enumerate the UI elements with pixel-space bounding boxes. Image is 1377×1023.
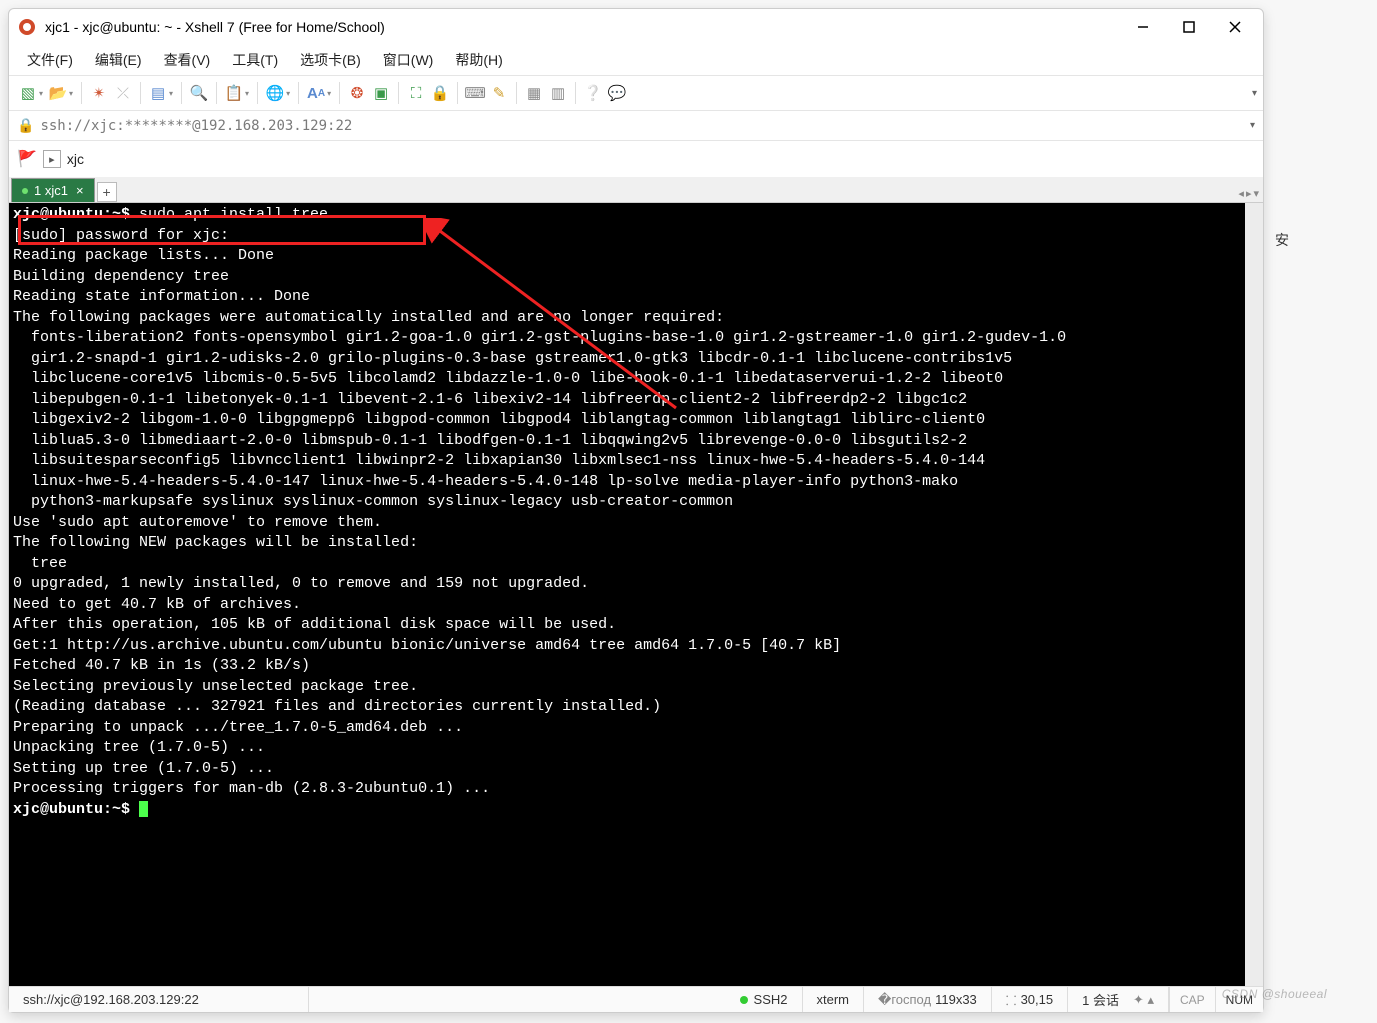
output-line: Get:1 http://us.archive.ubuntu.com/ubunt… [13, 637, 841, 654]
app-icon [17, 17, 37, 37]
output-line: The following packages were automaticall… [13, 309, 724, 326]
window-title: xjc1 - xjc@ubuntu: ~ - Xshell 7 (Free fo… [45, 19, 1129, 35]
add-tab-button[interactable]: + [97, 182, 117, 202]
titlebar: xjc1 - xjc@ubuntu: ~ - Xshell 7 (Free fo… [9, 9, 1263, 45]
menu-help[interactable]: 帮助(H) [449, 47, 508, 73]
copy-icon[interactable]: 📋 [223, 82, 245, 104]
menu-tabs[interactable]: 选项卡(B) [294, 47, 367, 73]
output-line: linux-hwe-5.4-headers-5.4.0-147 linux-hw… [13, 473, 958, 490]
keyboard-icon[interactable]: ⌨ [464, 82, 486, 104]
status-led-icon [740, 996, 748, 1004]
output-line: Building dependency tree [13, 268, 292, 285]
address-text[interactable]: ssh://xjc:********@192.168.203.129:22 [40, 118, 1244, 134]
tab-status-dot [22, 188, 28, 194]
status-sessions: 1 会话✦ ▴ [1068, 987, 1169, 1012]
tab-close-icon[interactable]: × [76, 183, 84, 198]
tab-next-icon[interactable]: ▸ [1246, 187, 1252, 200]
output-line: Reading state information... Done [13, 288, 310, 305]
cursor [139, 801, 148, 817]
output-line: [sudo] password for xjc: [13, 227, 238, 244]
prompt-1: xjc@ubuntu:~$ [13, 206, 139, 223]
tab-label: 1 xjc1 [34, 183, 68, 198]
maximize-button[interactable] [1175, 13, 1203, 41]
status-cap: CAP [1169, 987, 1215, 1012]
properties-icon[interactable]: ▤ [147, 82, 169, 104]
close-button[interactable] [1221, 13, 1249, 41]
output-line: tree [13, 555, 67, 572]
toolbar: ▧▾ 📂▾ ✴ ⤫ ▤▾ 🔍 📋▾ 🌐▾ AA▾ ❂ ▣ ⛶ 🔒 ⌨ ✎ ▦ ▥… [9, 75, 1263, 111]
menu-file[interactable]: 文件(F) [21, 47, 79, 73]
menubar: 文件(F) 编辑(E) 查看(V) 工具(T) 选项卡(B) 窗口(W) 帮助(… [9, 45, 1263, 75]
output-line: Use 'sudo apt autoremove' to remove them… [13, 514, 382, 531]
status-connection: ssh://xjc@192.168.203.129:22 [9, 987, 309, 1012]
prompt-2: xjc@ubuntu:~$ [13, 801, 139, 818]
statusbar: ssh://xjc@192.168.203.129:22 SSH2 xterm … [9, 986, 1263, 1012]
command-1: sudo apt install tree [139, 206, 328, 223]
scrollbar-thumb[interactable] [1247, 203, 1261, 323]
minimize-button[interactable] [1129, 13, 1157, 41]
menu-tools[interactable]: 工具(T) [226, 47, 284, 73]
disconnect-icon[interactable]: ⤫ [112, 82, 134, 104]
globe-icon[interactable]: 🌐 [264, 82, 286, 104]
session-name[interactable]: xjc [67, 151, 84, 167]
cropped-text: 安 [1275, 230, 1289, 250]
output-line: libgexiv2-2 libgom-1.0-0 libgpgmepp6 lib… [13, 411, 985, 428]
menu-window[interactable]: 窗口(W) [377, 47, 440, 73]
output-line: The following NEW packages will be insta… [13, 534, 418, 551]
output-line: (Reading database ... 327921 files and d… [13, 698, 661, 715]
terminal[interactable]: xjc@ubuntu:~$ sudo apt install tree [sud… [9, 203, 1263, 986]
output-line: python3-markupsafe syslinux syslinux-com… [13, 493, 733, 510]
output-line: Preparing to unpack .../tree_1.7.0-5_amd… [13, 719, 463, 736]
lock-small-icon: 🔒 [17, 117, 34, 134]
session-folder-icon[interactable]: ▸ [43, 150, 61, 168]
menu-edit[interactable]: 编辑(E) [89, 47, 148, 73]
status-size: �господ119x33 [864, 987, 992, 1012]
output-line: Fetched 40.7 kB in 1s (33.2 kB/s) [13, 657, 310, 674]
output-line: 0 upgraded, 1 newly installed, 0 to remo… [13, 575, 589, 592]
tabstrip: 1 xjc1 × + ◂ ▸ ▾ [9, 177, 1263, 203]
output-line: Unpacking tree (1.7.0-5) ... [13, 739, 265, 756]
bookmark-icon[interactable]: 🚩 [17, 149, 37, 169]
swirl-icon[interactable]: ❂ [346, 82, 368, 104]
output-line: After this operation, 105 kB of addition… [13, 616, 616, 633]
chat-icon[interactable]: 💬 [606, 82, 628, 104]
tab-list-icon[interactable]: ▾ [1253, 187, 1259, 200]
grid2-icon[interactable]: ▥ [547, 82, 569, 104]
app-window: xjc1 - xjc@ubuntu: ~ - Xshell 7 (Free fo… [8, 8, 1264, 1013]
tab-xjc1[interactable]: 1 xjc1 × [11, 178, 95, 202]
menu-view[interactable]: 查看(V) [158, 47, 217, 73]
output-line: fonts-liberation2 fonts-opensymbol gir1.… [13, 329, 1066, 346]
status-term: xterm [803, 987, 865, 1012]
addressbar: 🔒 ssh://xjc:********@192.168.203.129:22 … [9, 111, 1263, 141]
grid1-icon[interactable]: ▦ [523, 82, 545, 104]
output-line: Need to get 40.7 kB of archives. [13, 596, 301, 613]
output-line: Reading package lists... Done [13, 247, 274, 264]
tab-prev-icon[interactable]: ◂ [1238, 187, 1244, 200]
help-icon[interactable]: ❔ [582, 82, 604, 104]
green-box-icon[interactable]: ▣ [370, 82, 392, 104]
status-pos: ⸬30,15 [992, 987, 1068, 1012]
output-line: Processing triggers for man-db (2.8.3-2u… [13, 780, 490, 797]
watermark: CSDN @shoueeal [1222, 987, 1327, 1001]
output-line: libepubgen-0.1-1 libetonyek-0.1-1 libeve… [13, 391, 967, 408]
output-line: gir1.2-snapd-1 gir1.2-udisks-2.0 grilo-p… [13, 350, 1012, 367]
output-line: liblua5.3-0 libmediaart-2.0-0 libmspub-0… [13, 432, 967, 449]
sessionbar: 🚩 ▸ xjc [9, 141, 1263, 177]
expand-icon[interactable]: ⛶ [405, 82, 427, 104]
reconnect-icon[interactable]: ✴ [88, 82, 110, 104]
output-line: libclucene-core1v5 libcmis-0.5-5v5 libco… [13, 370, 1003, 387]
open-icon[interactable]: 📂 [47, 82, 69, 104]
toolbar-overflow[interactable]: ▾ [1252, 88, 1257, 99]
output-line: libsuitesparseconfig5 libvncclient1 libw… [13, 452, 985, 469]
output-line: Setting up tree (1.7.0-5) ... [13, 760, 274, 777]
font-icon[interactable]: AA [305, 82, 327, 104]
output-line: Selecting previously unselected package … [13, 678, 418, 695]
lock-icon[interactable]: 🔒 [429, 82, 451, 104]
search-icon[interactable]: 🔍 [188, 82, 210, 104]
status-ssh: SSH2 [726, 987, 803, 1012]
address-dropdown[interactable]: ▾ [1250, 120, 1255, 131]
highlight-icon[interactable]: ✎ [488, 82, 510, 104]
new-session-icon[interactable]: ▧ [17, 82, 39, 104]
